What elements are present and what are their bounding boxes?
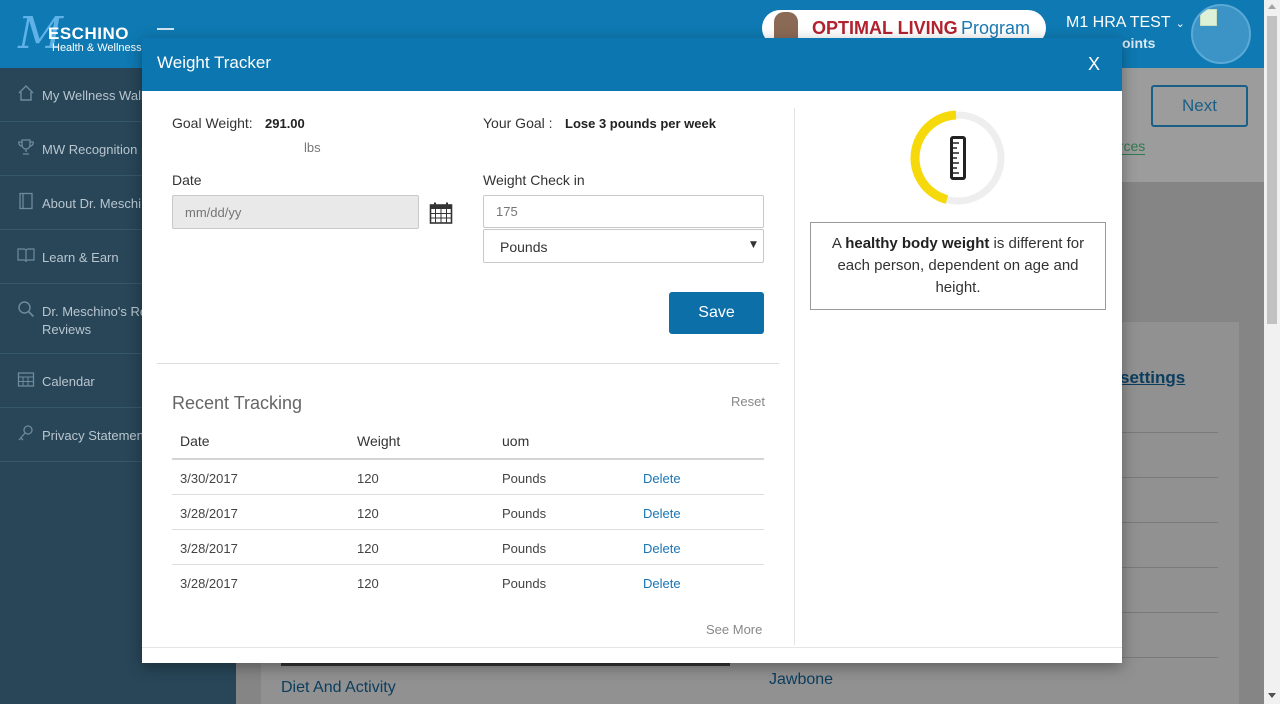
scroll-down-icon[interactable]: [1268, 693, 1276, 698]
user-points: oints: [1122, 35, 1156, 51]
search-icon: [16, 300, 36, 320]
home-icon: [16, 84, 36, 104]
sidebar-item-label-line1: Dr. Meschino's Re: [42, 304, 148, 319]
row-date: 3/28/2017: [180, 506, 238, 521]
unit-select-value: Pounds: [500, 239, 548, 255]
chevron-down-icon: ⌄: [1175, 18, 1185, 30]
reset-link[interactable]: Reset: [731, 394, 765, 409]
row-date: 3/28/2017: [180, 576, 238, 591]
weight-checkin-label: Weight Check in: [483, 172, 585, 188]
close-button[interactable]: X: [1088, 54, 1100, 75]
date-label: Date: [172, 172, 202, 188]
logo-text: ESCHINO: [48, 24, 129, 43]
calendar-icon: [16, 370, 36, 390]
weight-progress-gauge: [908, 108, 1008, 208]
meschino-logo[interactable]: M ESCHINO Health & Wellness: [18, 8, 148, 59]
sidebar-item-label: Learn & Earn: [42, 250, 119, 265]
sidebar-item-label: Privacy Statemen: [42, 428, 144, 443]
delete-link[interactable]: Delete: [643, 506, 681, 521]
dropdown-arrow-icon: ▼: [750, 240, 757, 250]
delete-link[interactable]: Delete: [643, 541, 681, 556]
trophy-icon: [16, 138, 36, 158]
save-button[interactable]: Save: [669, 292, 764, 334]
delete-link[interactable]: Delete: [643, 576, 681, 591]
modal-footer-line: [142, 647, 1122, 648]
page-scrollbar[interactable]: [1264, 0, 1280, 704]
date-input[interactable]: [172, 195, 419, 229]
row-uom: Pounds: [502, 541, 547, 556]
diet-activity-tab[interactable]: Diet And Activity: [281, 679, 396, 697]
open-book-icon: [16, 246, 36, 266]
sidebar-item-label: Dr. Meschino's Re Reviews: [42, 303, 147, 339]
promo-title: OPTIMAL LIVING: [812, 18, 958, 38]
sidebar-item-label: My Wellness Wall: [42, 88, 144, 103]
image-placeholder-icon: [1200, 9, 1217, 26]
jawbone-link[interactable]: Jawbone: [769, 671, 833, 689]
next-button[interactable]: Next: [1151, 85, 1248, 127]
row-date: 3/28/2017: [180, 541, 238, 556]
key-icon: [16, 424, 36, 444]
sidebar-item-label: Calendar: [42, 374, 95, 389]
unit-select[interactable]: Pounds ▼: [483, 229, 764, 263]
book-icon: [16, 192, 36, 212]
vertical-divider: [794, 108, 795, 645]
menu-icon[interactable]: [157, 28, 174, 30]
row-weight: 120: [357, 576, 379, 591]
goal-weight-value: 291.00: [265, 116, 305, 131]
user-name: M1 HRA TEST: [1066, 14, 1171, 31]
active-tab-indicator: [281, 663, 730, 666]
sidebar-item-label: About Dr. Meschi: [42, 196, 141, 211]
weight-tracker-modal: Weight Tracker X Goal Weight: 291.00 lbs…: [142, 38, 1122, 663]
delete-link[interactable]: Delete: [643, 471, 681, 486]
user-menu[interactable]: M1 HRA TEST ⌄: [1066, 14, 1185, 32]
divider: [157, 363, 779, 364]
healthy-weight-info: A healthy body weight is different for e…: [810, 222, 1106, 310]
table-row: 3/28/2017 120 Pounds Delete: [172, 530, 764, 565]
table-header: Date Weight uom: [172, 424, 764, 460]
table-row: 3/28/2017 120 Pounds Delete: [172, 495, 764, 530]
info-text-bold: healthy body weight: [845, 235, 990, 252]
calendar-icon[interactable]: [429, 201, 453, 225]
goal-weight-unit: lbs: [304, 140, 321, 155]
scroll-up-icon[interactable]: [1268, 4, 1276, 9]
measuring-tape-icon: [950, 136, 966, 180]
logo-subtitle: Health & Wellness: [52, 42, 142, 54]
header-weight: Weight: [357, 433, 401, 449]
sidebar-item-label: MW Recognition: [42, 142, 138, 157]
table-row: 3/30/2017 120 Pounds Delete: [172, 460, 764, 495]
weight-input[interactable]: [483, 195, 764, 228]
sidebar-item-label-line2: Reviews: [42, 322, 92, 337]
row-weight: 120: [357, 471, 379, 486]
row-uom: Pounds: [502, 471, 547, 486]
see-more-link[interactable]: See More: [706, 622, 762, 637]
row-uom: Pounds: [502, 576, 547, 591]
goal-weight-label: Goal Weight:: [172, 115, 253, 131]
avatar[interactable]: [1191, 4, 1251, 64]
your-goal-value: Lose 3 pounds per week: [565, 116, 716, 131]
row-weight: 120: [357, 506, 379, 521]
modal-header: Weight Tracker X: [142, 38, 1122, 91]
row-weight: 120: [357, 541, 379, 556]
row-uom: Pounds: [502, 506, 547, 521]
info-text-pre: A: [831, 235, 846, 252]
tracking-table: Date Weight uom 3/30/2017 120 Pounds Del…: [172, 424, 764, 600]
recent-tracking-title: Recent Tracking: [172, 393, 303, 413]
scrollbar-thumb[interactable]: [1267, 16, 1277, 324]
table-row: 3/28/2017 120 Pounds Delete: [172, 565, 764, 600]
row-date: 3/30/2017: [180, 471, 238, 486]
your-goal-label: Your Goal :: [483, 115, 553, 131]
header-date: Date: [180, 433, 210, 449]
promo-program: Program: [961, 18, 1031, 38]
modal-title: Weight Tracker: [157, 53, 272, 72]
header-uom: uom: [502, 433, 530, 449]
